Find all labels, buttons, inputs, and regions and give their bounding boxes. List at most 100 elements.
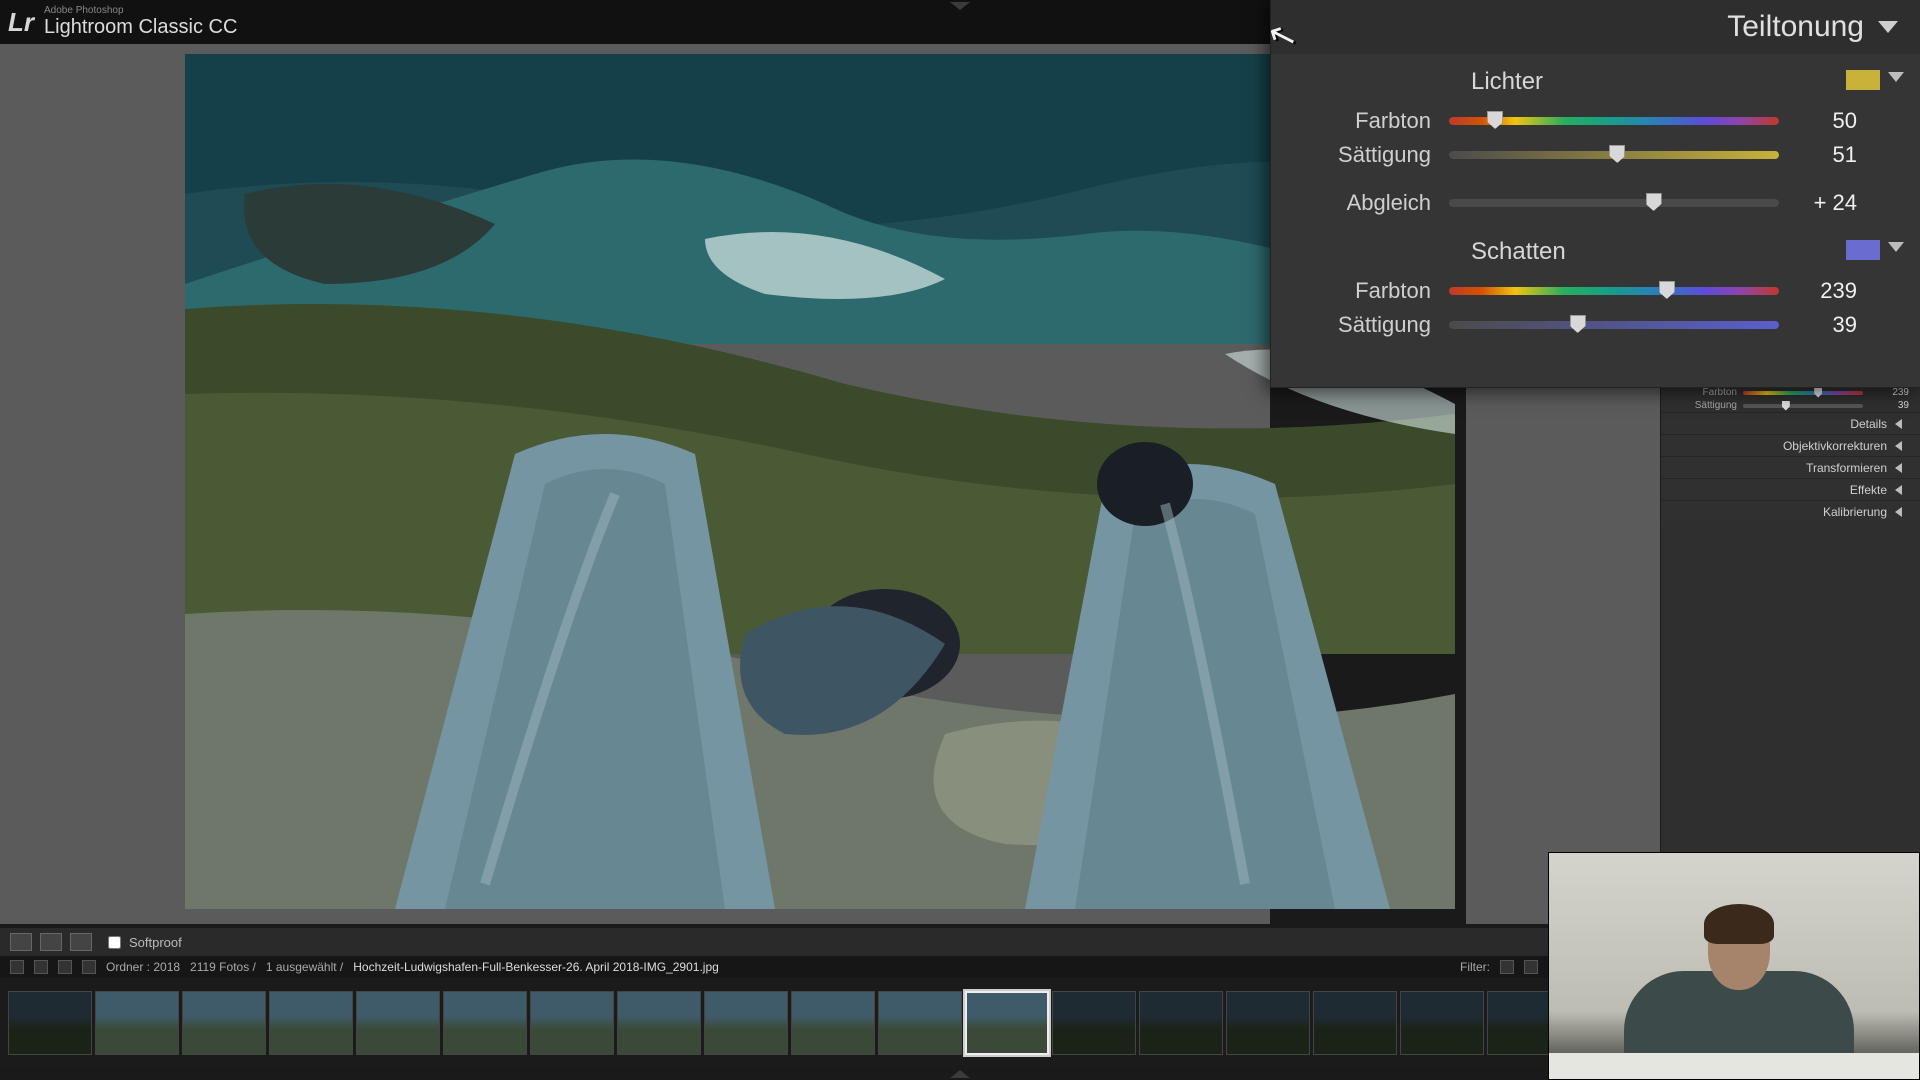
slider-knob[interactable]	[1814, 388, 1822, 398]
loupe-view-icon[interactable]	[10, 933, 32, 951]
before-after-icon[interactable]	[40, 933, 62, 951]
slider-knob[interactable]	[1570, 315, 1586, 333]
chevron-left-icon[interactable]	[1895, 463, 1902, 473]
display-secondary-icon[interactable]	[34, 960, 48, 974]
chevron-left-icon[interactable]	[1895, 485, 1902, 495]
filmstrip[interactable]	[0, 978, 1548, 1068]
split-toning-panel: Teiltonung Lichter Farbton 50 Sättigung …	[1270, 0, 1920, 388]
chevron-left-icon[interactable]	[1895, 419, 1902, 429]
filmstrip-thumb[interactable]	[1052, 991, 1136, 1055]
side-section-kalibrierung[interactable]: Kalibrierung	[1661, 500, 1920, 522]
filmstrip-thumb[interactable]	[617, 991, 701, 1055]
chevron-left-icon[interactable]	[1895, 507, 1902, 517]
breadcrumb-folder[interactable]: Ordner : 2018	[106, 960, 180, 974]
slider-label: Sättigung	[1281, 312, 1431, 338]
slider-value[interactable]: 39	[1869, 400, 1909, 411]
filmstrip-thumb[interactable]	[1400, 991, 1484, 1055]
breadcrumb-filename[interactable]: Hochzeit-Ludwigshafen-Full-Benkesser-26.…	[353, 960, 719, 974]
breadcrumb-selected: 1 ausgewählt /	[266, 960, 343, 974]
side-section-label: Transformieren	[1806, 461, 1887, 475]
chevron-left-icon[interactable]	[1895, 441, 1902, 451]
slider-value[interactable]: 39	[1797, 312, 1857, 338]
side-section-effekte[interactable]: Effekte	[1661, 478, 1920, 500]
develop-sidebar: Farbton 239 Sättigung 39 DetailsObjektiv…	[1660, 386, 1920, 866]
shadows-color-swatch[interactable]	[1846, 240, 1880, 260]
slider-knob[interactable]	[1782, 401, 1790, 411]
highlights-sat-row: Sättigung 51	[1271, 138, 1920, 172]
app-vendor: Adobe Photoshop	[44, 6, 237, 16]
slider-label: Sättigung	[1281, 142, 1431, 168]
panel-header[interactable]: Teiltonung	[1271, 0, 1920, 54]
chevron-down-icon[interactable]	[1888, 72, 1904, 82]
chevron-down-icon[interactable]	[1878, 21, 1898, 33]
webcam-desk	[1549, 1053, 1919, 1079]
slider-value[interactable]: 50	[1797, 108, 1857, 134]
filmstrip-thumb[interactable]	[878, 991, 962, 1055]
chevron-down-icon[interactable]	[1888, 242, 1904, 252]
filmstrip-thumb[interactable]	[356, 991, 440, 1055]
balance-row: Abgleich + 24	[1271, 172, 1920, 224]
side-section-details[interactable]: Details	[1661, 412, 1920, 434]
slider-knob[interactable]	[1646, 193, 1662, 211]
presenter-webcam	[1548, 852, 1920, 1080]
softproof-checkbox[interactable]	[108, 936, 121, 949]
filmstrip-thumb[interactable]	[95, 991, 179, 1055]
compare-view-icon[interactable]	[70, 933, 92, 951]
filmstrip-thumb[interactable]	[1226, 991, 1310, 1055]
slider-value[interactable]: + 24	[1797, 190, 1857, 216]
shadows-section: Schatten	[1271, 224, 1920, 274]
filmstrip-thumb[interactable]	[269, 991, 353, 1055]
side-section-label: Objektivkorrekturen	[1783, 439, 1887, 453]
filmstrip-thumb[interactable]	[530, 991, 614, 1055]
slider-label: Farbton	[1667, 387, 1737, 398]
highlights-hue-row: Farbton 50	[1271, 104, 1920, 138]
filmstrip-path-bar: Ordner : 2018 2119 Fotos / 1 ausgewählt …	[0, 956, 1548, 978]
main-photo[interactable]	[185, 54, 1455, 909]
image-canvas[interactable]	[0, 44, 1270, 924]
shadows-hue-slider[interactable]	[1449, 287, 1779, 295]
side-section-transformieren[interactable]: Transformieren	[1661, 456, 1920, 478]
highlights-sat-slider[interactable]	[1449, 151, 1779, 159]
mini-sat-slider[interactable]	[1743, 404, 1863, 408]
sort-icon[interactable]	[82, 960, 96, 974]
filmstrip-thumb[interactable]	[965, 991, 1049, 1055]
filter-flag-icon[interactable]	[1500, 960, 1514, 974]
filmstrip-thumb[interactable]	[1313, 991, 1397, 1055]
highlights-section: Lichter	[1271, 54, 1920, 104]
balance-slider[interactable]	[1449, 199, 1779, 207]
shadows-hue-row: Farbton 239	[1271, 274, 1920, 308]
filmstrip-thumb[interactable]	[8, 991, 92, 1055]
panel-collapse-bottom-arrow[interactable]	[950, 1070, 970, 1078]
shadows-sat-slider[interactable]	[1449, 321, 1779, 329]
slider-knob[interactable]	[1487, 111, 1503, 129]
filmstrip-thumb[interactable]	[791, 991, 875, 1055]
slider-label: Farbton	[1281, 278, 1431, 304]
filmstrip-thumb[interactable]	[1139, 991, 1223, 1055]
slider-knob[interactable]	[1659, 281, 1675, 299]
display-primary-icon[interactable]	[10, 960, 24, 974]
app-name: Lightroom Classic CC	[44, 16, 237, 39]
shadows-title: Schatten	[1471, 238, 1566, 266]
side-section-label: Effekte	[1850, 483, 1887, 497]
highlights-hue-slider[interactable]	[1449, 117, 1779, 125]
filmstrip-thumb[interactable]	[704, 991, 788, 1055]
filmstrip-thumb[interactable]	[1487, 991, 1548, 1055]
breadcrumb-count: 2119 Fotos /	[190, 960, 256, 974]
filmstrip-thumb[interactable]	[443, 991, 527, 1055]
side-section-label: Details	[1850, 417, 1887, 431]
panel-title: Teiltonung	[1727, 10, 1864, 44]
slider-value[interactable]: 51	[1797, 142, 1857, 168]
highlights-title: Lichter	[1471, 68, 1543, 96]
slider-knob[interactable]	[1609, 145, 1625, 163]
mini-hue-slider[interactable]	[1743, 391, 1863, 395]
side-section-objektivkorrekturen[interactable]: Objektivkorrekturen	[1661, 434, 1920, 456]
slider-value[interactable]: 239	[1869, 387, 1909, 398]
panel-collapse-top-arrow[interactable]	[950, 2, 970, 10]
slider-value[interactable]: 239	[1797, 278, 1857, 304]
filter-label: Filter:	[1460, 960, 1490, 974]
filter-toggle-icon[interactable]	[1524, 960, 1538, 974]
filmstrip-thumb[interactable]	[182, 991, 266, 1055]
view-toolbar: Softproof	[0, 928, 1548, 956]
highlights-color-swatch[interactable]	[1846, 70, 1880, 90]
grid-icon[interactable]	[58, 960, 72, 974]
